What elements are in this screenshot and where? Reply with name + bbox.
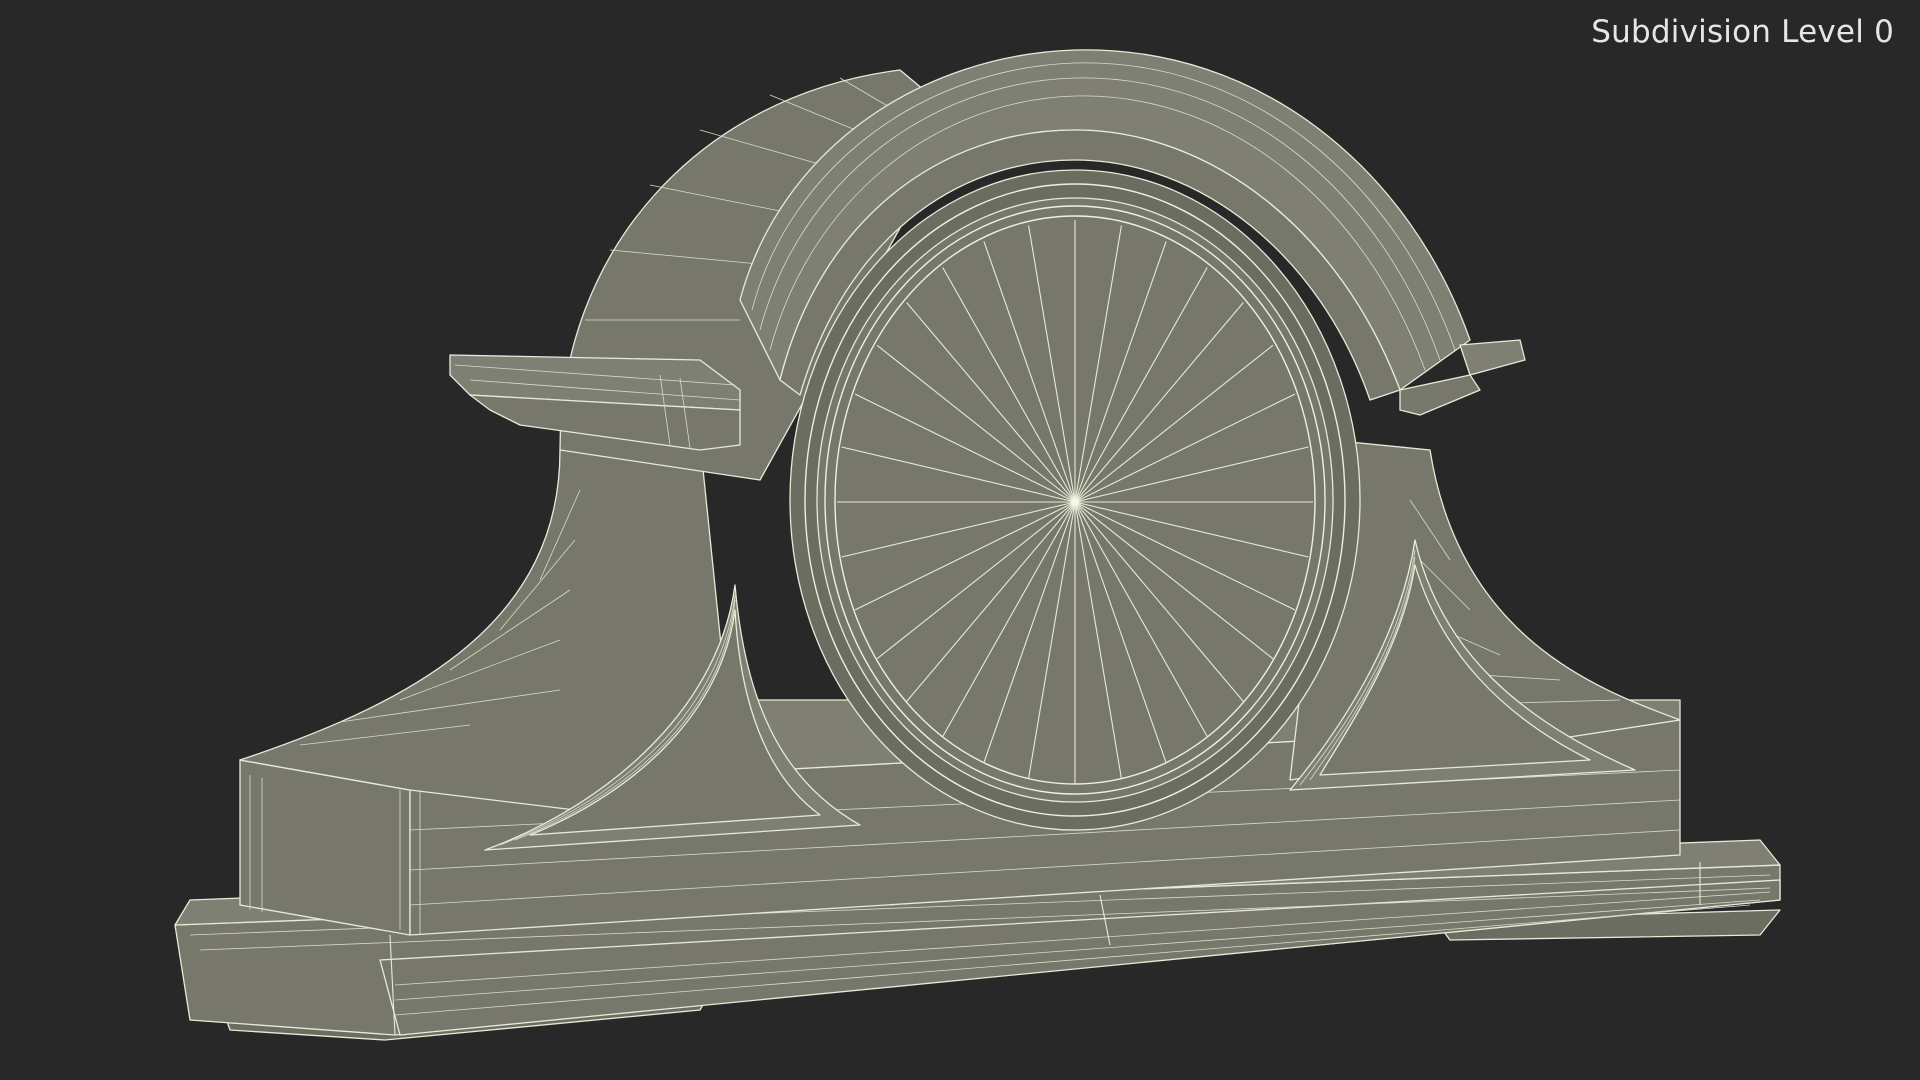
dial-center	[1071, 498, 1079, 506]
clock-dial	[789, 169, 1361, 831]
subdivision-level-label: Subdivision Level 0	[1591, 14, 1894, 50]
3d-viewport[interactable]: Subdivision Level 0	[0, 0, 1920, 1080]
mantel-clock-model	[174, 49, 1781, 1041]
